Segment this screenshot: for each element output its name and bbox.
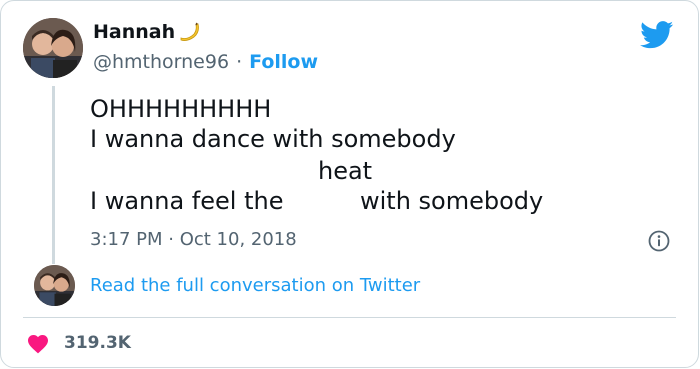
tweet-timestamp[interactable]: 3:17 PM · Oct 10, 2018 [90, 229, 297, 250]
twitter-bird-icon[interactable] [640, 21, 674, 49]
follow-button[interactable]: Follow [249, 51, 318, 73]
divider [23, 317, 676, 318]
tweet-line: I wanna dance with somebody [90, 125, 456, 153]
tweet-line: I wanna feel the [90, 187, 284, 215]
handle-row: @hmthorne96 · Follow [93, 51, 318, 73]
thread-line [52, 86, 55, 264]
tweet-line: with somebody [360, 187, 544, 215]
avatar-photo [34, 265, 75, 306]
avatar-small[interactable] [34, 265, 75, 306]
display-name[interactable]: Hannah [93, 21, 175, 43]
tweet-card: Hannah @hmthorne96 · Follow OHHHHHHHHH I… [0, 0, 699, 368]
avatar-photo [23, 18, 83, 78]
tweet-line: heat [318, 157, 373, 185]
like-count: 319.3K [64, 333, 131, 353]
user-handle[interactable]: @hmthorne96 [93, 51, 229, 73]
separator-dot: · [236, 51, 243, 73]
avatar[interactable] [23, 18, 83, 78]
info-icon[interactable] [648, 230, 670, 252]
heart-icon [28, 335, 48, 354]
name-row: Hannah [93, 21, 200, 43]
read-conversation-link[interactable]: Read the full conversation on Twitter [90, 275, 420, 296]
tweet-line: OHHHHHHHHH [90, 95, 272, 123]
banana-icon [178, 21, 200, 43]
like-button[interactable]: 319.3K [26, 332, 131, 354]
